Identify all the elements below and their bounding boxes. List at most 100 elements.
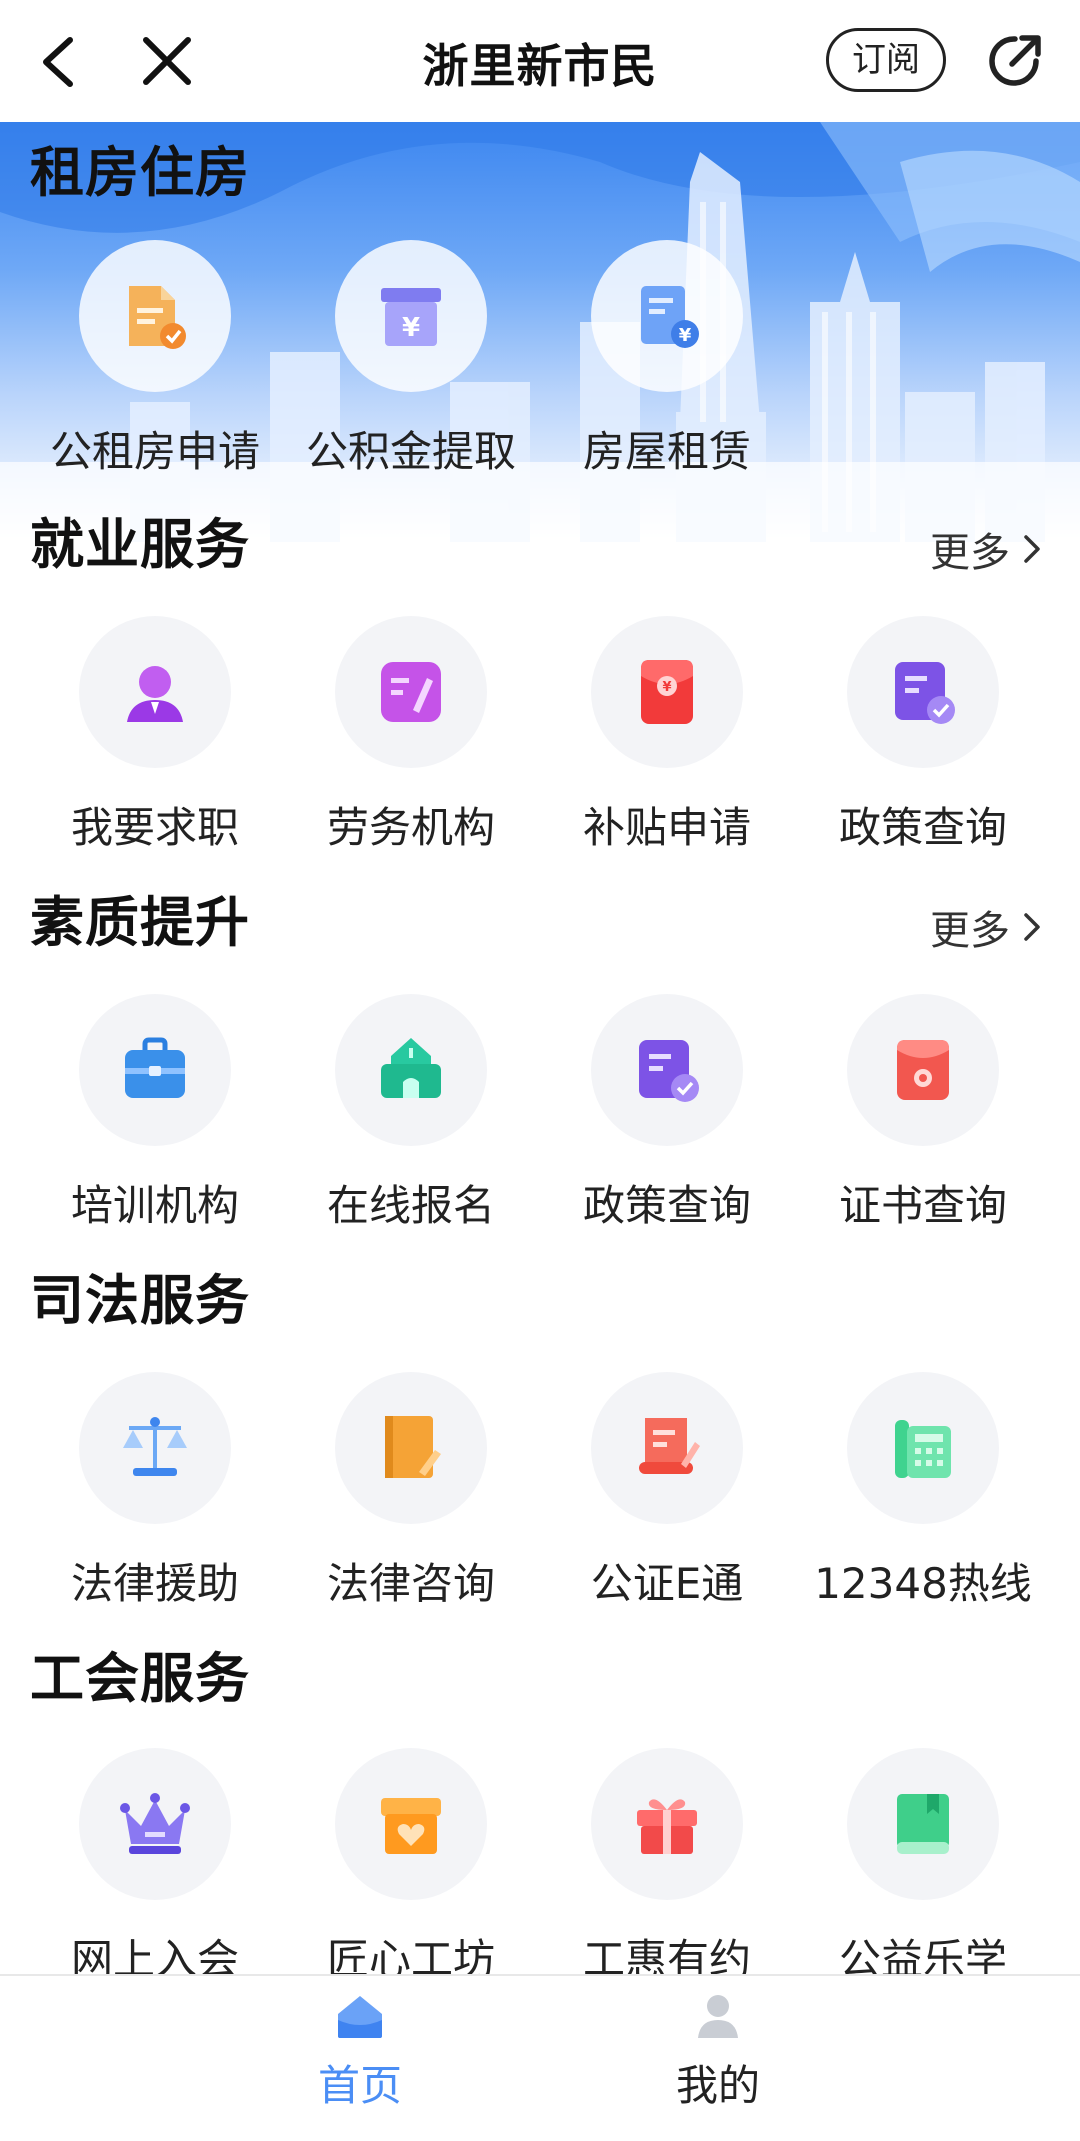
skills-service-grid: 培训机构 在线报名 政策查询 证书查询 bbox=[0, 994, 1080, 1230]
service-icon-circle bbox=[79, 240, 231, 392]
tab-mine[interactable]: 我的 bbox=[618, 1990, 818, 2130]
employment-more-link[interactable]: 更多 bbox=[930, 520, 1044, 578]
home-icon bbox=[338, 1996, 382, 2038]
service-icon-circle: ¥ bbox=[591, 240, 743, 392]
service-tile-provident-fund-withdrawal[interactable]: ¥ 公积金提取 bbox=[283, 240, 539, 476]
service-icon-circle bbox=[335, 1372, 487, 1524]
service-label: 房屋租赁 bbox=[582, 427, 751, 476]
service-icon-circle bbox=[591, 1372, 743, 1524]
service-icon-circle bbox=[79, 1372, 231, 1524]
book-icon bbox=[897, 1794, 949, 1854]
notary-scroll-icon bbox=[639, 1418, 700, 1474]
service-label: 公证E通 bbox=[590, 1559, 744, 1608]
service-label: 证书查询 bbox=[838, 1181, 1007, 1230]
service-icon-circle bbox=[591, 1748, 743, 1900]
telephone-icon bbox=[895, 1420, 951, 1478]
service-icon-circle bbox=[335, 616, 487, 768]
service-icon-circle bbox=[79, 1748, 231, 1900]
service-icon-circle bbox=[847, 1372, 999, 1524]
service-tile-job-seeking[interactable]: 我要求职 bbox=[27, 616, 283, 852]
service-label: 在线报名 bbox=[326, 1181, 495, 1230]
section-title-union: 工会服务 bbox=[30, 1647, 250, 1710]
service-label: 培训机构 bbox=[70, 1181, 239, 1230]
chevron-right-icon bbox=[1024, 913, 1040, 941]
skills-more-link[interactable]: 更多 bbox=[930, 898, 1044, 956]
service-tile-legal-consultation[interactable]: 法律咨询 bbox=[283, 1372, 539, 1608]
bottom-tab-bar: 首页 我的 bbox=[0, 1974, 1080, 2141]
scales-icon bbox=[123, 1417, 187, 1476]
contract-yuan-icon: ¥ bbox=[641, 286, 699, 348]
service-tile-policy-inquiry[interactable]: 政策查询 bbox=[795, 616, 1051, 852]
service-icon-circle: ¥ bbox=[335, 240, 487, 392]
tab-home[interactable]: 首页 bbox=[260, 1990, 460, 2130]
red-envelope-icon: ¥ bbox=[641, 660, 693, 724]
service-label: 12348热线 bbox=[814, 1559, 1032, 1608]
policy-check-icon bbox=[895, 662, 955, 724]
section-title-housing: 租房住房 bbox=[30, 141, 250, 204]
service-label: 我要求职 bbox=[70, 803, 239, 852]
more-label: 更多 bbox=[930, 908, 1010, 954]
tab-mine-label: 我的 bbox=[675, 2061, 760, 2110]
policy-check-icon bbox=[639, 1040, 699, 1102]
service-label: 补贴申请 bbox=[582, 803, 751, 852]
service-icon-circle bbox=[335, 1748, 487, 1900]
service-tile-subsidy-application[interactable]: ¥ 补贴申请 bbox=[539, 616, 795, 852]
person-icon bbox=[127, 666, 183, 722]
union-service-grid: 网上入会 匠心工坊 工惠有约 公益乐学 bbox=[0, 1748, 1080, 1984]
service-tile-legal-aid[interactable]: 法律援助 bbox=[27, 1372, 283, 1608]
svg-text:¥: ¥ bbox=[679, 325, 692, 346]
chevron-right-icon bbox=[1024, 535, 1040, 563]
service-label: 法律援助 bbox=[70, 1559, 239, 1608]
service-label: 劳务机构 bbox=[326, 803, 495, 852]
service-label: 政策查询 bbox=[838, 803, 1007, 852]
section-title-employment: 就业服务 bbox=[30, 513, 250, 576]
service-icon-circle bbox=[847, 616, 999, 768]
service-tile-craftsman-workshop[interactable]: 匠心工坊 bbox=[283, 1748, 539, 1984]
service-tile-certificate-inquiry[interactable]: 证书查询 bbox=[795, 994, 1051, 1230]
service-tile-union-benefits[interactable]: 工惠有约 bbox=[539, 1748, 795, 1984]
school-icon bbox=[381, 1038, 441, 1098]
housing-service-grid: 公租房申请 ¥ 公积金提取 ¥ 房屋租赁 bbox=[0, 240, 1080, 476]
service-label: 政策查询 bbox=[582, 1181, 751, 1230]
section-title-skills: 素质提升 bbox=[30, 891, 250, 954]
service-tile-public-learning[interactable]: 公益乐学 bbox=[795, 1748, 1051, 1984]
service-label: 公积金提取 bbox=[305, 427, 516, 476]
service-icon-circle bbox=[79, 994, 231, 1146]
service-icon-circle bbox=[847, 1748, 999, 1900]
service-tile-policy-inquiry-2[interactable]: 政策查询 bbox=[539, 994, 795, 1230]
housing-banner: 租房住房 公租房申请 ¥ 公积金提取 ¥ 房屋租赁 bbox=[0, 122, 1080, 542]
user-icon bbox=[698, 1995, 738, 2038]
service-label: 法律咨询 bbox=[326, 1559, 495, 1608]
service-icon-circle bbox=[335, 994, 487, 1146]
service-tile-online-registration[interactable]: 在线报名 bbox=[283, 994, 539, 1230]
heart-box-icon bbox=[381, 1798, 441, 1854]
page: 浙里新市民 订阅 租房住房 公租房申请 ¥ 公积金提取 ¥ 房屋租赁 就业服务 … bbox=[0, 0, 1080, 2141]
service-icon-circle bbox=[847, 994, 999, 1146]
service-tile-house-rental[interactable]: ¥ 房屋租赁 bbox=[539, 240, 795, 476]
yuan-box-icon: ¥ bbox=[381, 288, 441, 346]
pen-note-icon bbox=[381, 662, 441, 722]
more-label: 更多 bbox=[930, 530, 1010, 576]
service-icon-circle bbox=[591, 994, 743, 1146]
share-arrow-icon bbox=[989, 35, 1041, 86]
svg-text:¥: ¥ bbox=[402, 313, 420, 343]
service-tile-public-rental-application[interactable]: 公租房申请 bbox=[27, 240, 283, 476]
subscribe-button[interactable]: 订阅 bbox=[826, 28, 946, 92]
crown-icon bbox=[120, 1793, 190, 1854]
service-tile-online-membership[interactable]: 网上入会 bbox=[27, 1748, 283, 1984]
share-button[interactable] bbox=[982, 28, 1048, 94]
service-icon-circle: ¥ bbox=[591, 616, 743, 768]
gift-icon bbox=[637, 1799, 697, 1854]
service-tile-labor-agency[interactable]: 劳务机构 bbox=[283, 616, 539, 852]
briefcase-icon bbox=[125, 1037, 185, 1098]
service-icon-circle bbox=[79, 616, 231, 768]
section-title-judicial: 司法服务 bbox=[30, 1269, 250, 1332]
law-book-icon bbox=[385, 1416, 441, 1478]
service-tile-notary-e-pass[interactable]: 公证E通 bbox=[539, 1372, 795, 1608]
tab-home-label: 首页 bbox=[317, 2061, 402, 2110]
top-navigation-bar: 浙里新市民 订阅 bbox=[0, 0, 1080, 122]
judicial-service-grid: 法律援助 法律咨询 公证E通 12348热线 bbox=[0, 1372, 1080, 1608]
employment-service-grid: 我要求职 劳务机构 ¥ 补贴申请 政策查询 bbox=[0, 616, 1080, 852]
service-tile-training-institution[interactable]: 培训机构 bbox=[27, 994, 283, 1230]
service-tile-12348-hotline[interactable]: 12348热线 bbox=[795, 1372, 1051, 1608]
